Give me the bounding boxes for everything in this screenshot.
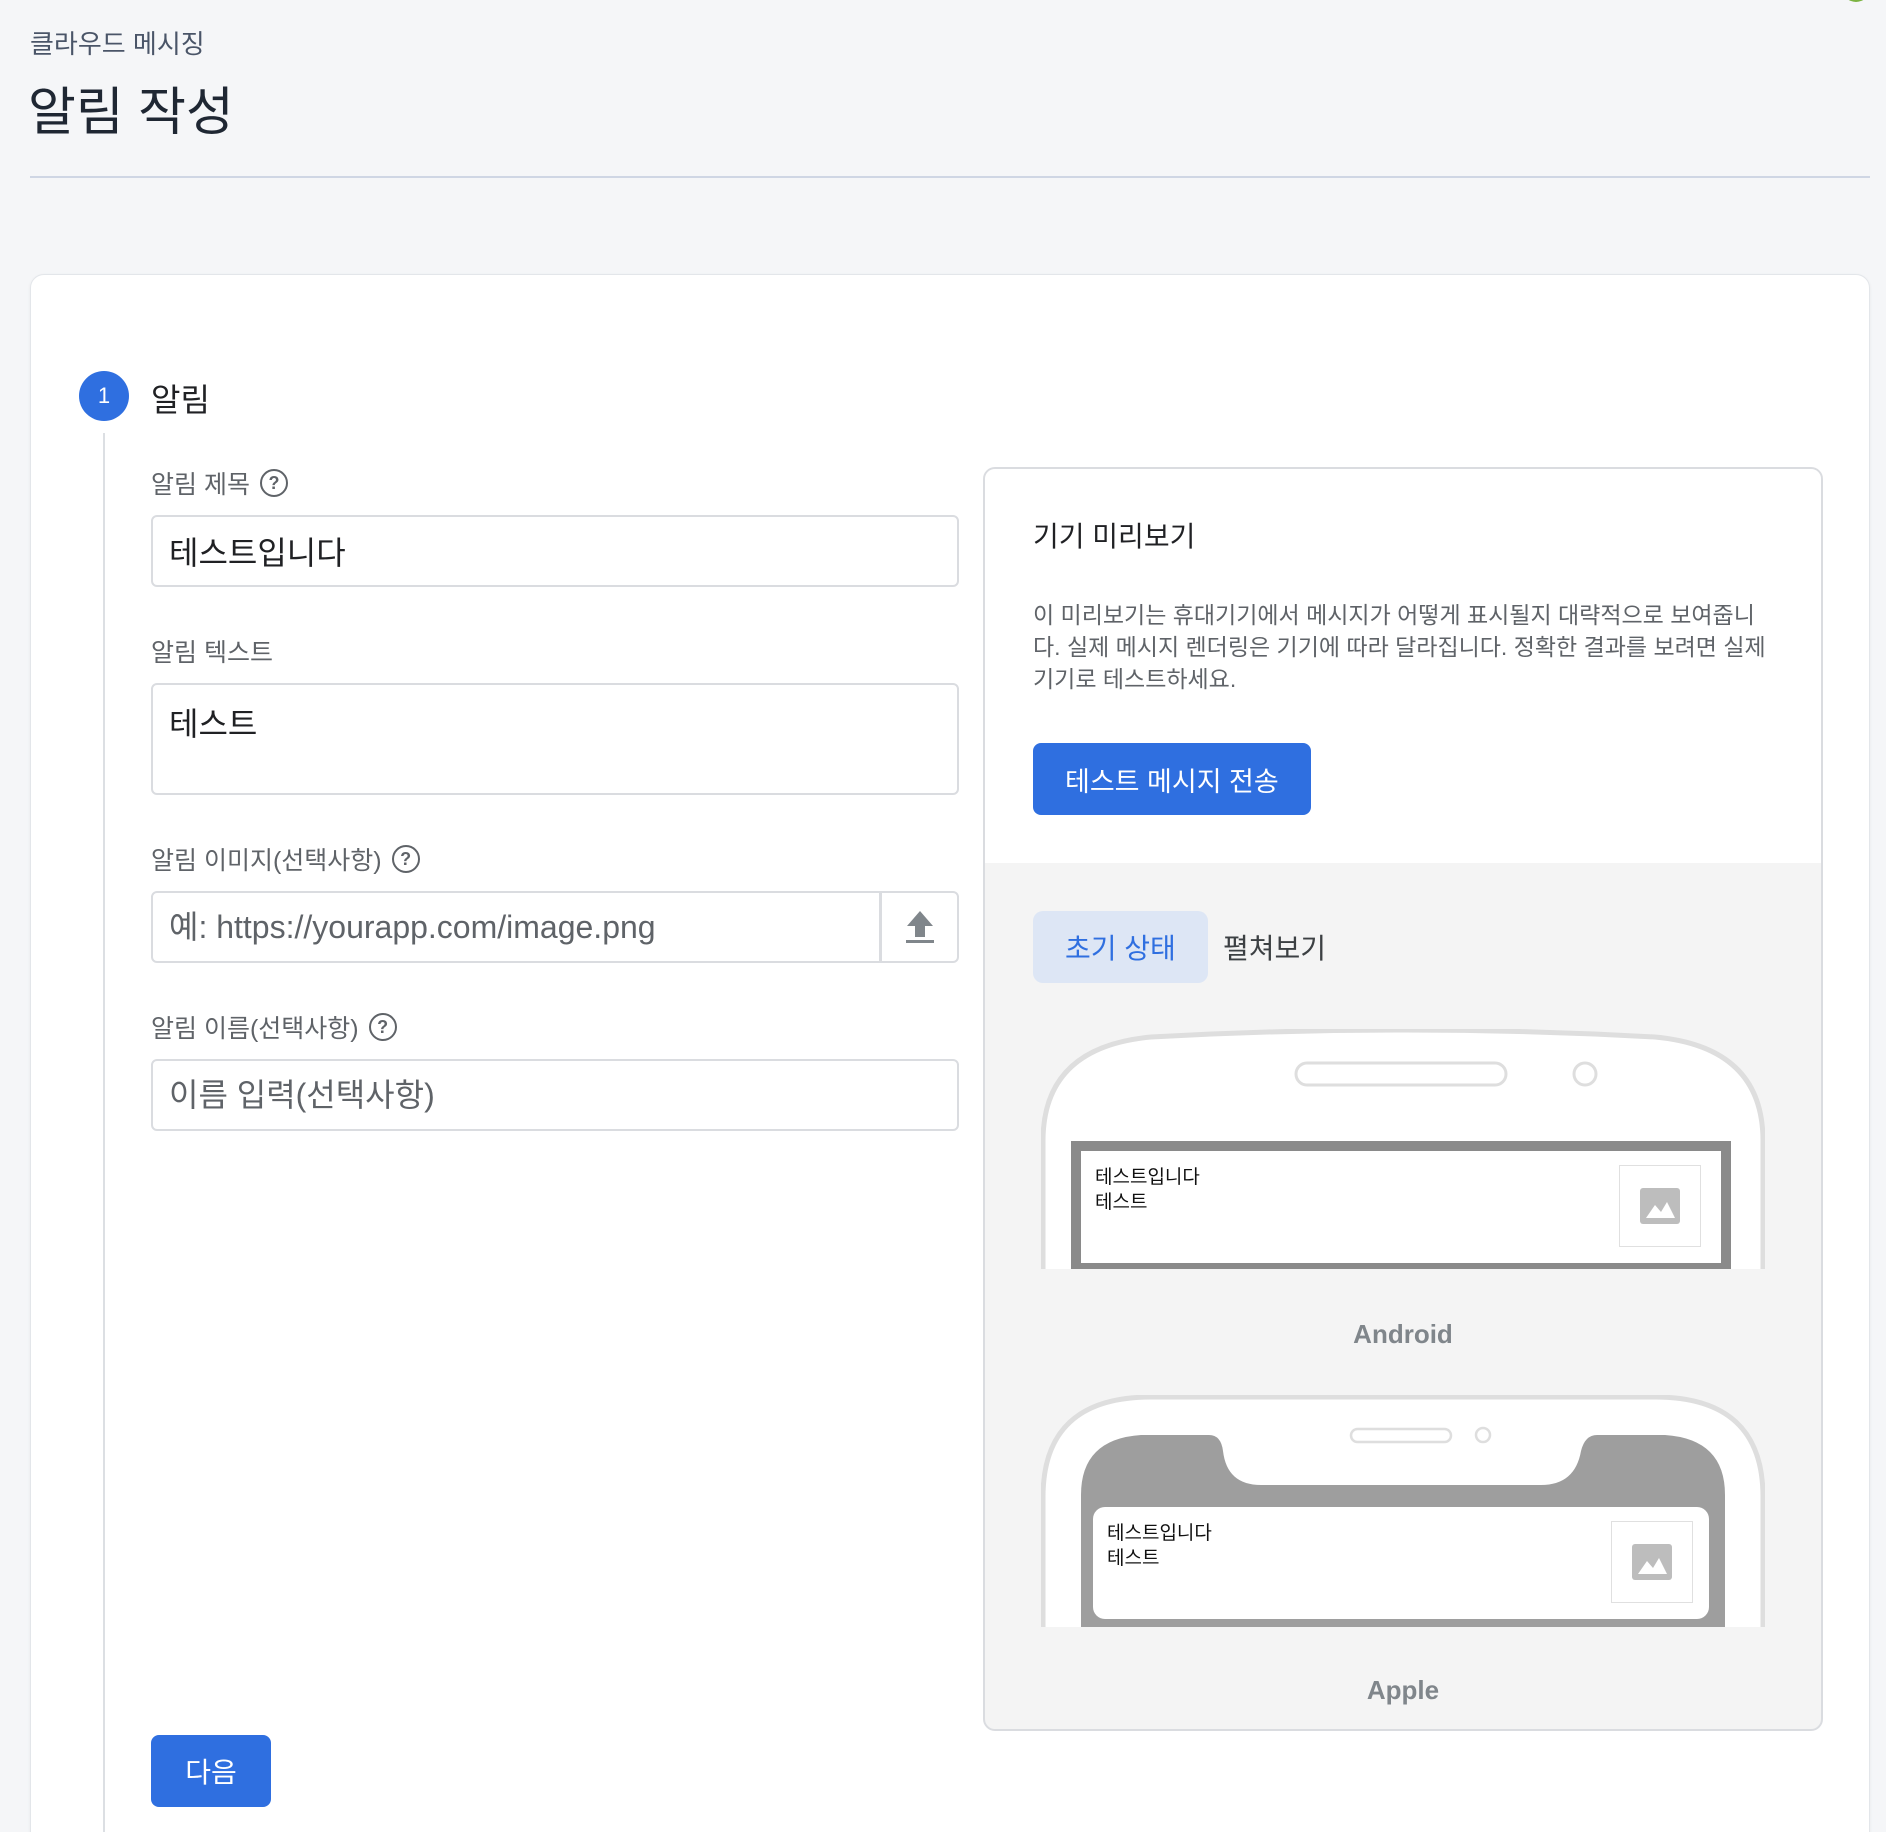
avatar[interactable] <box>1842 0 1870 2</box>
page-title: 알림 작성 <box>28 84 234 142</box>
device-preview-panel: 기기 미리보기 이 미리보기는 휴대기기에서 메시지가 어떻게 표시될지 대략적… <box>983 467 1823 1731</box>
android-notification-title: 테스트입니다 <box>1095 1167 1200 1188</box>
tab-expanded[interactable]: 펼쳐보기 <box>1191 911 1358 983</box>
preview-title: 기기 미리보기 <box>1033 521 1196 552</box>
name-label-text: 알림 이름(선택사항) <box>151 1015 359 1043</box>
android-notification-body: 테스트 <box>1095 1192 1148 1213</box>
preview-header: 기기 미리보기 이 미리보기는 휴대기기에서 메시지가 어떻게 표시될지 대략적… <box>985 469 1821 863</box>
title-field-label: 알림 제목 ? <box>151 465 288 501</box>
notification-name-input[interactable] <box>151 1059 959 1131</box>
image-label-text: 알림 이미지(선택사항) <box>151 847 382 875</box>
image-field-label: 알림 이미지(선택사항) ? <box>151 841 420 877</box>
name-field-label: 알림 이름(선택사항) ? <box>151 1009 397 1045</box>
help-icon[interactable]: ? <box>368 1013 397 1041</box>
notification-text-input[interactable]: 테스트 <box>151 683 959 795</box>
android-notification: 테스트입니다 테스트 <box>1081 1151 1721 1263</box>
apple-notification: 테스트입니다 테스트 <box>1093 1507 1709 1619</box>
android-label: Android <box>1353 1319 1453 1349</box>
apple-label: Apple <box>1366 1675 1440 1705</box>
text-field-label: 알림 텍스트 <box>151 633 273 669</box>
title-label-text: 알림 제목 <box>151 471 250 499</box>
stepper-line <box>103 433 105 1832</box>
upload-button[interactable] <box>879 891 959 963</box>
header-divider <box>30 176 1870 178</box>
tab-initial-state[interactable]: 초기 상태 <box>1033 911 1208 983</box>
image-placeholder-icon <box>1611 1521 1693 1603</box>
apple-notification-body: 테스트 <box>1107 1548 1160 1569</box>
text-label-text: 알림 텍스트 <box>151 639 273 667</box>
upload-icon <box>905 911 934 943</box>
help-icon[interactable]: ? <box>259 469 288 497</box>
notification-image-input[interactable] <box>151 891 883 963</box>
apple-notification-title: 테스트입니다 <box>1107 1523 1212 1544</box>
step-title: 알림 <box>151 382 210 418</box>
image-placeholder-icon <box>1619 1165 1701 1247</box>
step-number-badge: 1 <box>79 371 129 421</box>
help-icon[interactable]: ? <box>391 845 420 873</box>
breadcrumb[interactable]: 클라우드 메시징 <box>30 24 205 61</box>
next-button[interactable]: 다음 <box>151 1735 271 1807</box>
notification-title-input[interactable] <box>151 515 959 587</box>
compose-card: 1 알림 알림 제목 ? 알림 텍스트 테스트 알림 이미지(선택사항) ? 알… <box>30 274 1870 1832</box>
preview-description: 이 미리보기는 휴대기기에서 메시지가 어떻게 표시될지 대략적으로 보여줍니다… <box>1033 602 1766 692</box>
send-test-message-button[interactable]: 테스트 메시지 전송 <box>1033 743 1311 815</box>
